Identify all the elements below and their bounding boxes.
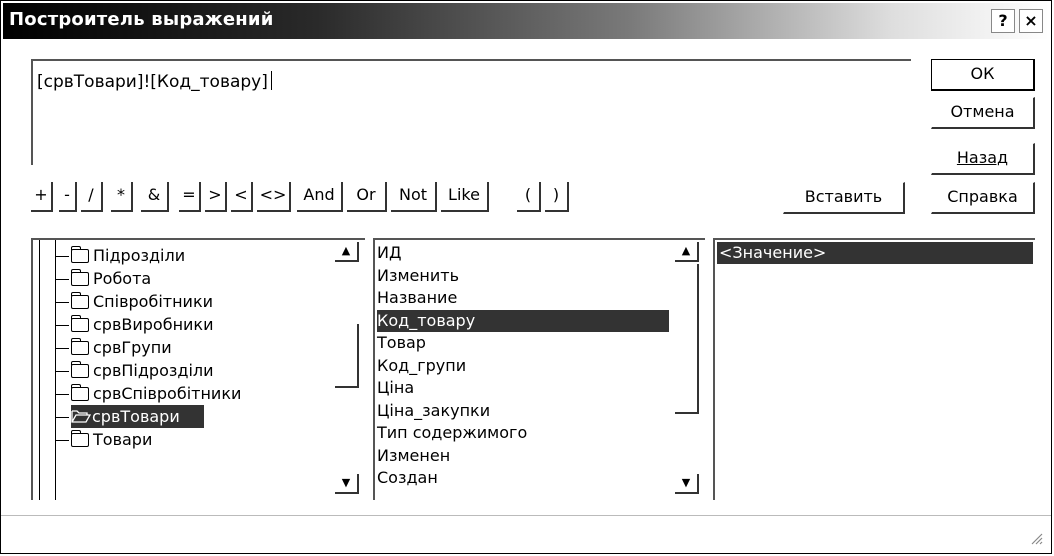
- folder-closed-icon: [71, 315, 89, 332]
- operator-and-button[interactable]: And: [297, 182, 343, 212]
- value-item-selected[interactable]: <Значение>: [717, 242, 1033, 264]
- back-button-label: Назад: [956, 148, 1009, 167]
- expression-input[interactable]: [срвТовари]![Код_товару]: [31, 59, 911, 165]
- field-item[interactable]: Изменить: [377, 265, 669, 288]
- tree-item[interactable]: Співробітники: [55, 290, 331, 313]
- operator-or-button[interactable]: Or: [347, 182, 387, 212]
- tree-item[interactable]: срвГрупи: [55, 336, 331, 359]
- tree-item[interactable]: Робота: [55, 267, 331, 290]
- tree-item[interactable]: срвВиробники: [55, 313, 331, 336]
- folder-open-icon: [71, 410, 92, 423]
- field-item[interactable]: Ціна: [377, 377, 669, 400]
- fields-scrollbar[interactable]: ▲ ▼: [675, 242, 699, 498]
- operator-concat-button[interactable]: &: [141, 182, 169, 212]
- tree-item-selected[interactable]: срвТовари: [55, 405, 331, 428]
- title-bar[interactable]: Построитель выражений ? ×: [3, 3, 1049, 39]
- dialog-title: Построитель выражений: [9, 9, 274, 30]
- insert-button[interactable]: Вставить: [783, 182, 905, 214]
- back-button[interactable]: Назад: [931, 143, 1035, 175]
- folder-closed-icon: [71, 338, 89, 355]
- field-item[interactable]: Товар: [377, 332, 669, 355]
- field-item[interactable]: Тип содержимого: [377, 422, 669, 445]
- folder-closed-icon: [71, 292, 89, 309]
- field-item[interactable]: Создан: [377, 467, 669, 490]
- objects-tree[interactable]: Підрозділи Робота Співробітники срвВироб…: [31, 238, 365, 500]
- operator-close-paren-button[interactable]: ): [545, 182, 569, 212]
- field-item[interactable]: Изменен: [377, 445, 669, 468]
- help-icon[interactable]: ?: [991, 9, 1015, 33]
- scroll-thumb[interactable]: [335, 324, 359, 388]
- folder-closed-icon: [71, 269, 89, 286]
- tree-scrollbar[interactable]: ▲ ▼: [335, 242, 359, 498]
- values-list[interactable]: <Значение>: [713, 238, 1035, 500]
- scroll-thumb[interactable]: [675, 264, 699, 414]
- fields-list[interactable]: ИД Изменить Название Код_товару Товар Ко…: [373, 238, 705, 500]
- tree-item[interactable]: Підрозділи: [55, 244, 331, 267]
- tree-item[interactable]: Товари: [55, 428, 331, 451]
- cancel-button[interactable]: Отмена: [931, 97, 1035, 129]
- tree-item[interactable]: срвСпівробітники: [55, 382, 331, 405]
- resize-grip-icon[interactable]: [1027, 529, 1043, 545]
- text-caret: [270, 71, 272, 90]
- operator-divide-button[interactable]: /: [81, 182, 103, 212]
- ok-button[interactable]: ОК: [931, 59, 1035, 91]
- operator-not-equal-button[interactable]: <>: [257, 182, 291, 212]
- folder-closed-icon: [71, 430, 89, 447]
- operator-equals-button[interactable]: =: [179, 182, 201, 212]
- operator-minus-button[interactable]: -: [59, 182, 77, 212]
- scroll-down-icon[interactable]: ▼: [335, 474, 359, 494]
- scroll-up-icon[interactable]: ▲: [675, 242, 699, 262]
- help-button-label: Справка: [947, 187, 1018, 206]
- ok-button-label: ОК: [970, 64, 995, 83]
- folder-closed-icon: [71, 246, 89, 263]
- field-item[interactable]: Название: [377, 287, 669, 310]
- tree-line: [39, 240, 40, 500]
- folder-closed-icon: [71, 384, 89, 401]
- scroll-down-icon[interactable]: ▼: [675, 474, 699, 494]
- operator-like-button[interactable]: Like: [441, 182, 489, 212]
- field-item[interactable]: ИД: [377, 242, 669, 265]
- bottom-divider: [1, 515, 1051, 516]
- expression-text: [срвТовари]![Код_товару]: [37, 72, 268, 92]
- tree-item[interactable]: срвПідрозділи: [55, 359, 331, 382]
- folder-closed-icon: [71, 361, 89, 378]
- field-item[interactable]: Ціна_закупки: [377, 400, 669, 423]
- help-button[interactable]: Справка: [931, 182, 1035, 214]
- close-icon[interactable]: ×: [1019, 9, 1043, 33]
- fields-list-items: ИД Изменить Название Код_товару Товар Ко…: [377, 242, 669, 490]
- field-item[interactable]: Код_групи: [377, 355, 669, 378]
- insert-button-label: Вставить: [804, 187, 883, 206]
- values-list-items: <Значение>: [717, 242, 1033, 264]
- operator-open-paren-button[interactable]: (: [517, 182, 541, 212]
- tree-list: Підрозділи Робота Співробітники срвВироб…: [55, 244, 331, 451]
- operator-greater-button[interactable]: >: [205, 182, 227, 212]
- scroll-up-icon[interactable]: ▲: [335, 242, 359, 262]
- operator-not-button[interactable]: Not: [391, 182, 437, 212]
- operator-plus-button[interactable]: +: [31, 182, 53, 212]
- expression-builder-dialog: Построитель выражений ? × [срвТовари]![К…: [0, 0, 1052, 554]
- cancel-button-label: Отмена: [950, 102, 1015, 121]
- field-item-selected[interactable]: Код_товару: [377, 309, 669, 332]
- operator-less-button[interactable]: <: [231, 182, 253, 212]
- operator-multiply-button[interactable]: *: [111, 182, 133, 212]
